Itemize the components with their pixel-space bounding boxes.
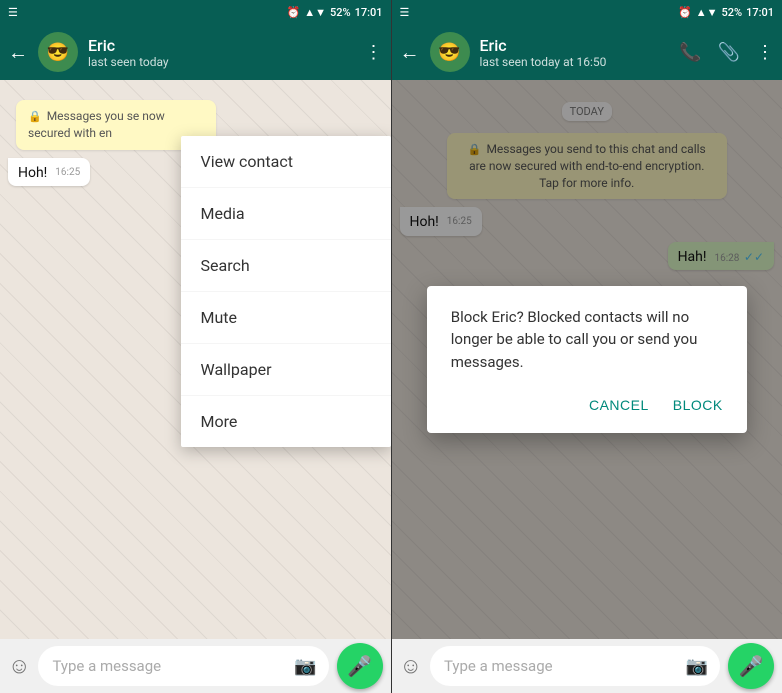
- left-panel: ☰ ⏰ ▲▼ 52% 17:01 ← 😎 Eric last seen toda…: [0, 0, 391, 693]
- dropdown-mute[interactable]: Mute: [181, 292, 391, 344]
- left-contact-status: last seen today: [88, 55, 355, 69]
- left-status-left: ☰: [8, 6, 18, 19]
- left-input-field-container: Type a message 📷: [38, 646, 328, 686]
- right-time: 17:01: [746, 6, 774, 19]
- right-camera-icon[interactable]: 📷: [686, 656, 708, 677]
- left-header-info: Eric last seen today: [88, 36, 355, 69]
- right-mic-button[interactable]: 🎤: [728, 643, 774, 689]
- left-chat-header: ← 😎 Eric last seen today ⋮: [0, 24, 391, 80]
- right-status-left: ☰: [400, 6, 410, 19]
- right-avatar-emoji: 😎: [438, 42, 460, 63]
- right-input-placeholder[interactable]: Type a message: [444, 657, 553, 675]
- left-encryption-text: Messages you se now secured with en: [28, 109, 165, 140]
- right-alarm-icon: ⏰: [678, 6, 692, 19]
- left-lock-icon: 🔒: [28, 110, 42, 123]
- left-mic-icon: 🎤: [347, 654, 372, 678]
- block-dialog-text: Block Eric? Blocked contacts will no lon…: [451, 306, 723, 374]
- left-back-button[interactable]: ←: [8, 40, 28, 65]
- right-chat-header: ← 😎 Eric last seen today at 16:50 📞 📎 ⋮: [392, 24, 782, 80]
- left-camera-icon[interactable]: 📷: [294, 656, 316, 677]
- right-header-icons: 📞 📎 ⋮: [679, 42, 774, 63]
- left-contact-name[interactable]: Eric: [88, 36, 355, 55]
- block-dialog-actions: CANCEL BLOCK: [451, 393, 723, 417]
- block-button[interactable]: BLOCK: [673, 393, 723, 417]
- left-status-right: ⏰ ▲▼ 52% 17:01: [286, 6, 382, 19]
- left-avatar[interactable]: 😎: [38, 32, 78, 72]
- left-avatar-emoji: 😎: [47, 42, 69, 63]
- block-dialog-overlay: Block Eric? Blocked contacts will no lon…: [392, 80, 782, 639]
- left-input-placeholder[interactable]: Type a message: [52, 657, 161, 675]
- right-status-right: ⏰ ▲▼ 52% 17:01: [678, 6, 774, 19]
- right-input-bar: ☺ Type a message 📷 🎤: [392, 639, 782, 693]
- right-battery: 52%: [721, 6, 742, 19]
- left-bubble-1[interactable]: Hoh! 16:25: [8, 158, 90, 186]
- right-chat-bg: TODAY 🔒 Messages you send to this chat a…: [392, 80, 782, 639]
- left-signal-icon: ▲▼: [304, 6, 326, 19]
- right-contact-name[interactable]: Eric: [480, 36, 670, 55]
- left-header-icons: ⋮: [365, 42, 383, 63]
- right-panel: ☰ ⏰ ▲▼ 52% 17:01 ← 😎 Eric last seen toda…: [392, 0, 782, 693]
- left-alarm-icon: ⏰: [286, 6, 300, 19]
- left-input-bar: ☺ Type a message 📷 🎤: [0, 639, 391, 693]
- right-signal-icon: ▲▼: [696, 6, 718, 19]
- right-header-info: Eric last seen today at 16:50: [480, 36, 670, 69]
- left-emoji-button[interactable]: ☺: [8, 653, 30, 679]
- right-contact-status: last seen today at 16:50: [480, 55, 670, 69]
- left-chat-bg: 🔒 Messages you se now secured with en Ho…: [0, 80, 391, 639]
- left-more-icon[interactable]: ⋮: [365, 42, 383, 63]
- right-phone-icon[interactable]: 📞: [679, 42, 701, 63]
- dropdown-wallpaper[interactable]: Wallpaper: [181, 344, 391, 396]
- dropdown-search[interactable]: Search: [181, 240, 391, 292]
- right-status-bar: ☰ ⏰ ▲▼ 52% 17:01: [392, 0, 782, 24]
- right-emoji-button[interactable]: ☺: [400, 653, 422, 679]
- right-attach-icon[interactable]: 📎: [718, 42, 740, 63]
- left-notification-icon: ☰: [8, 6, 18, 19]
- right-notification-icon: ☰: [400, 6, 410, 19]
- right-mic-icon: 🎤: [739, 654, 764, 678]
- right-input-field-container: Type a message 📷: [430, 646, 720, 686]
- dropdown-media[interactable]: Media: [181, 188, 391, 240]
- dropdown-view-contact[interactable]: View contact: [181, 136, 391, 188]
- left-battery: 52%: [330, 6, 351, 19]
- left-dropdown-menu: View contact Media Search Mute Wallpaper…: [181, 136, 391, 447]
- right-more-icon[interactable]: ⋮: [756, 42, 774, 63]
- left-status-bar: ☰ ⏰ ▲▼ 52% 17:01: [0, 0, 391, 24]
- left-mic-button[interactable]: 🎤: [337, 643, 383, 689]
- dropdown-more[interactable]: More: [181, 396, 391, 447]
- left-msg-text-1: Hoh!: [18, 165, 47, 181]
- right-back-button[interactable]: ←: [400, 40, 420, 65]
- right-avatar[interactable]: 😎: [430, 32, 470, 72]
- left-time: 17:01: [355, 6, 383, 19]
- cancel-button[interactable]: CANCEL: [589, 393, 649, 417]
- left-msg-time-1: 16:25: [55, 166, 80, 179]
- block-dialog: Block Eric? Blocked contacts will no lon…: [427, 286, 747, 434]
